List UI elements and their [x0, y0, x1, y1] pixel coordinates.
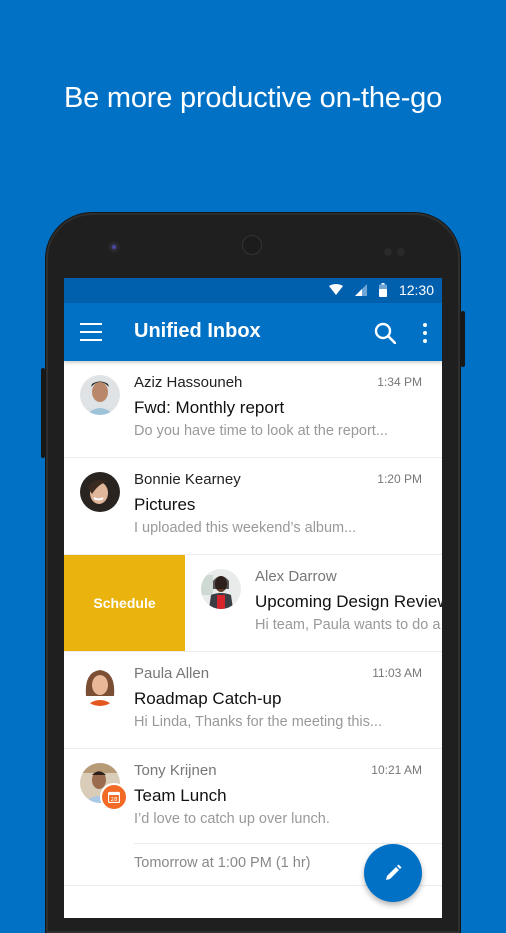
battery-icon [378, 283, 387, 297]
avatar [80, 375, 120, 415]
message-subject: Team Lunch [134, 786, 227, 805]
message-preview: I’d love to catch up over lunch. [134, 811, 330, 827]
swiped-message-content[interactable]: Alex Darrow Upcoming Design Review Hi te… [185, 555, 442, 651]
volume-button [41, 368, 45, 458]
message-sender: Alex Darrow [255, 568, 337, 585]
message-preview: Do you have time to look at the report..… [134, 423, 388, 439]
power-button [461, 311, 465, 367]
avatar [80, 666, 120, 706]
message-item-swiped[interactable]: Schedule Alex Darrow Upcoming Design Rev… [64, 555, 442, 652]
message-sender: Paula Allen [134, 665, 210, 682]
avatar [201, 569, 241, 609]
message-item[interactable]: Paula Allen 11:03 AM Roadmap Catch-up Hi… [64, 652, 442, 749]
signal-icon [354, 284, 367, 296]
calendar-badge: 28 [100, 783, 128, 811]
avatar [80, 472, 120, 512]
app-screen: 12:30 Unified Inbox Aziz Hassouneh 1:34 … [64, 278, 442, 918]
calendar-icon: 28 [108, 791, 120, 803]
message-sender: Tony Krijnen [134, 762, 217, 779]
more-vertical-icon[interactable] [422, 323, 428, 343]
svg-text:28: 28 [111, 797, 118, 803]
page-title: Unified Inbox [134, 320, 261, 342]
message-preview: I uploaded this weekend’s album... [134, 520, 357, 536]
message-item[interactable]: Aziz Hassouneh 1:34 PM Fwd: Monthly repo… [64, 361, 442, 458]
schedule-swipe-action[interactable]: Schedule [64, 555, 185, 651]
message-time: 1:20 PM [377, 472, 422, 486]
search-icon[interactable] [374, 322, 396, 344]
message-subject: Roadmap Catch-up [134, 689, 282, 708]
front-camera [242, 235, 262, 255]
message-subject: Pictures [134, 495, 196, 514]
event-time[interactable]: Tomorrow at 1:00 PM (1 hr) [134, 855, 310, 871]
message-sender: Aziz Hassouneh [134, 374, 243, 391]
compose-pencil-icon [386, 864, 402, 880]
message-item[interactable]: Bonnie Kearney 1:20 PM Pictures I upload… [64, 458, 442, 555]
phone-frame: 12:30 Unified Inbox Aziz Hassouneh 1:34 … [41, 213, 465, 933]
status-time: 12:30 [398, 282, 434, 298]
hamburger-menu-icon[interactable] [80, 323, 102, 341]
message-list: Aziz Hassouneh 1:34 PM Fwd: Monthly repo… [64, 361, 442, 886]
wifi-icon [328, 284, 343, 295]
headline: Be more productive on-the-go [63, 82, 443, 114]
message-subject: Fwd: Monthly report [134, 398, 285, 417]
status-bar: 12:30 [64, 278, 442, 303]
message-preview: Hi team, Paula wants to do a [255, 617, 441, 633]
app-bar: Unified Inbox [64, 303, 442, 361]
compose-button[interactable] [364, 844, 422, 902]
message-time: 11:03 AM [372, 666, 422, 680]
speaker-dots [384, 243, 410, 261]
message-time: 1:34 PM [377, 375, 422, 389]
proximity-sensor [110, 243, 118, 251]
message-time: 10:21 AM [371, 763, 422, 777]
message-preview: Hi Linda, Thanks for the meeting this... [134, 714, 382, 730]
message-subject: Upcoming Design Review [255, 592, 442, 611]
message-sender: Bonnie Kearney [134, 471, 241, 488]
